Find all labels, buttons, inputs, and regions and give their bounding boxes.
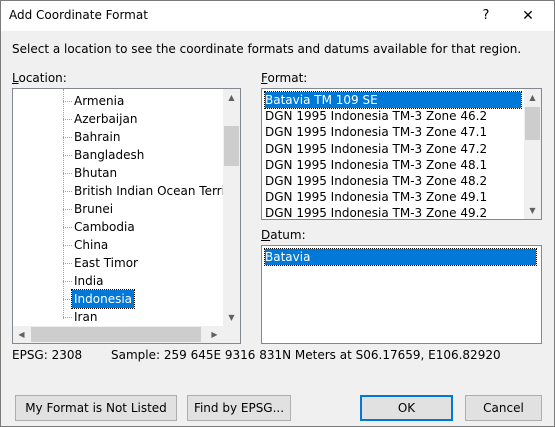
epsg-code: EPSG: 2308 xyxy=(12,348,83,362)
format-list[interactable]: Batavia TM 109 SE DGN 1995 Indonesia TM-3… xyxy=(261,88,542,220)
tree-connector xyxy=(63,119,72,120)
scroll-corner xyxy=(223,326,240,343)
sample-coordinates: Sample: 259 645E 9316 831N Meters at S06… xyxy=(111,348,501,362)
scroll-up-icon[interactable]: ▲ xyxy=(223,89,240,106)
location-label: Location: xyxy=(12,71,67,85)
location-item[interactable]: British Indian Ocean Territor xyxy=(74,182,240,200)
location-item[interactable]: Bangladesh xyxy=(74,146,144,164)
location-item[interactable]: East Timor xyxy=(74,254,138,272)
scroll-thumb-horizontal[interactable] xyxy=(31,327,201,342)
scroll-down-icon[interactable]: ▼ xyxy=(524,202,541,219)
format-item[interactable]: DGN 1995 Indonesia TM-3 Zone 49.1 xyxy=(265,189,521,205)
format-vertical-scrollbar[interactable]: ▲ ▼ xyxy=(524,89,541,219)
tree-connector xyxy=(63,137,72,138)
format-item[interactable]: DGN 1995 Indonesia TM-3 Zone 49.2 xyxy=(265,205,521,219)
scroll-up-icon[interactable]: ▲ xyxy=(524,89,541,106)
tree-connector xyxy=(63,209,72,210)
datum-item[interactable]: Batavia xyxy=(264,248,537,266)
add-coordinate-format-dialog: Add Coordinate Format ? ✕ Select a locat… xyxy=(0,0,555,427)
tree-connector xyxy=(63,317,72,318)
format-item[interactable]: DGN 1995 Indonesia TM-3 Zone 47.2 xyxy=(265,141,521,157)
scroll-thumb[interactable] xyxy=(525,107,540,140)
tree-connector xyxy=(63,191,72,192)
location-item[interactable]: Bahrain xyxy=(74,128,120,146)
scroll-left-icon[interactable]: ◀ xyxy=(13,326,30,343)
tree-connector xyxy=(63,101,72,102)
location-item[interactable]: Bhutan xyxy=(74,164,117,182)
location-item[interactable]: China xyxy=(74,236,108,254)
tree-connector xyxy=(63,245,72,246)
ok-button[interactable]: OK xyxy=(360,395,453,421)
tree-connector xyxy=(63,263,72,264)
window-title: Add Coordinate Format xyxy=(9,8,148,22)
instruction-text: Select a location to see the coordinate … xyxy=(12,42,522,56)
tree-connector xyxy=(63,281,72,282)
tree-connector xyxy=(63,227,72,228)
location-item[interactable]: Iran xyxy=(74,308,97,326)
format-item[interactable]: DGN 1995 Indonesia TM-3 Zone 48.1 xyxy=(265,157,521,173)
location-item[interactable]: Azerbaijan xyxy=(74,110,137,128)
location-vertical-scrollbar[interactable]: ▲ ▼ xyxy=(223,89,240,326)
tree-connector xyxy=(63,173,72,174)
format-item[interactable]: DGN 1995 Indonesia TM-3 Zone 47.1 xyxy=(265,124,521,140)
help-button[interactable]: ? xyxy=(469,3,503,29)
scroll-down-icon[interactable]: ▼ xyxy=(223,309,240,326)
format-item[interactable]: Batavia TM 109 SE xyxy=(264,91,522,109)
location-horizontal-scrollbar[interactable]: ◀ ▶ xyxy=(13,326,223,343)
close-icon[interactable]: ✕ xyxy=(511,3,545,29)
format-item[interactable]: DGN 1995 Indonesia TM-3 Zone 48.2 xyxy=(265,173,521,189)
location-item[interactable]: Cambodia xyxy=(74,218,135,236)
title-bar: Add Coordinate Format ? ✕ xyxy=(1,1,554,31)
location-item[interactable]: Brunei xyxy=(74,200,113,218)
format-label: Format: xyxy=(261,71,308,85)
datum-list[interactable]: Batavia xyxy=(261,245,542,344)
location-tree[interactable]: Armenia Azerbaijan Bahrain Bangladesh Bhutan… xyxy=(12,88,241,344)
scroll-thumb[interactable] xyxy=(224,126,239,166)
cancel-button[interactable]: Cancel xyxy=(465,395,542,421)
location-item[interactable]: Armenia xyxy=(74,92,124,110)
tree-guide-line xyxy=(63,89,64,319)
scroll-right-icon[interactable]: ▶ xyxy=(206,326,223,343)
datum-label: Datum: xyxy=(261,228,306,242)
find-by-epsg-button[interactable]: Find by EPSG... xyxy=(187,395,291,421)
tree-connector xyxy=(63,155,72,156)
tree-connector xyxy=(63,299,72,300)
format-item[interactable]: DGN 1995 Indonesia TM-3 Zone 46.2 xyxy=(265,108,521,124)
location-item[interactable]: India xyxy=(74,272,103,290)
my-format-not-listed-button[interactable]: My Format is Not Listed xyxy=(15,395,177,421)
location-item[interactable]: Indonesia xyxy=(70,289,136,309)
